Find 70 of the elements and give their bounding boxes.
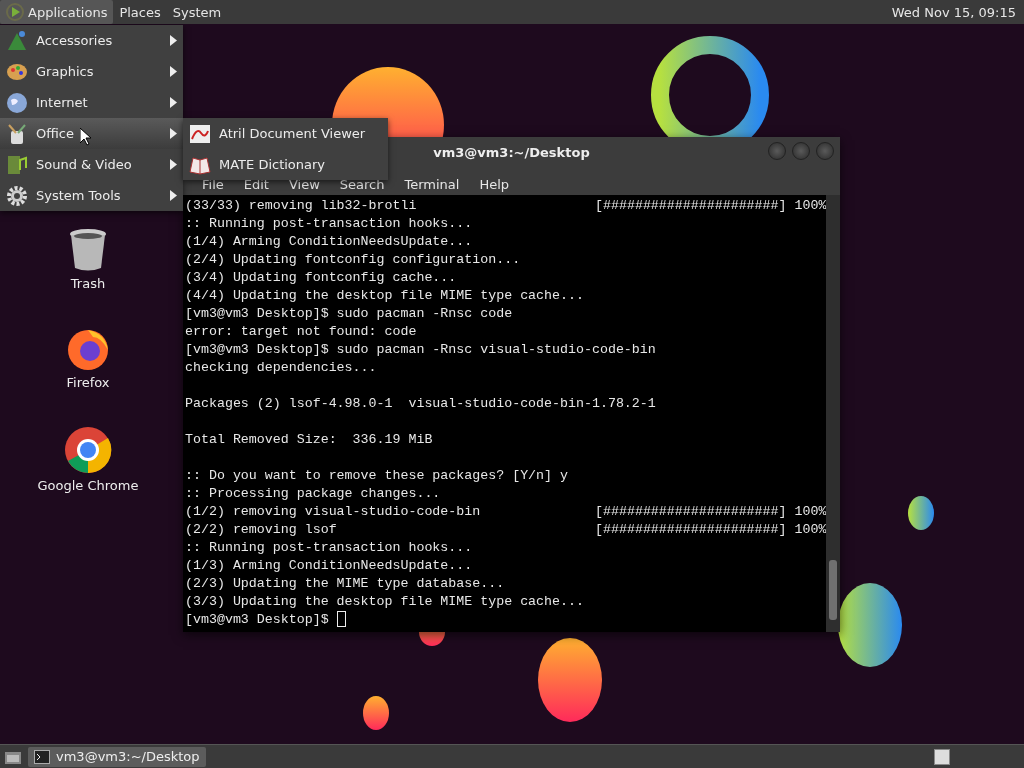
trash-icon	[68, 228, 108, 272]
menu-item[interactable]: Edit	[233, 177, 279, 192]
progress-text: [######################] 100%	[595, 521, 827, 539]
menu-item[interactable]: File	[192, 177, 234, 192]
menu-item[interactable]: MATE Dictionary	[183, 149, 388, 180]
menu-item[interactable]: Office	[0, 118, 183, 149]
taskbar-button[interactable]: vm3@vm3:~/Desktop	[28, 746, 206, 767]
terminal-line: (2/2) removing lsof	[185, 521, 337, 539]
desktop-icon-label[interactable]: Firefox	[66, 375, 110, 390]
menu-item[interactable]: Accessories	[0, 25, 183, 56]
menu-item[interactable]: View	[278, 177, 330, 192]
terminal-line: (3/3) Updating the desktop file MIME type cache...	[185, 593, 584, 611]
terminal-line: checking dependencies...	[185, 359, 377, 377]
gear-icon	[6, 184, 28, 207]
menu-item[interactable]: Help	[469, 177, 520, 192]
film-icon	[6, 153, 28, 176]
globe-icon	[6, 91, 28, 114]
submenu-arrow-icon	[170, 128, 177, 139]
terminal-line: Packages (2) lsof-4.98.0-1 visual-studio-code-bin-1.78.2-1	[185, 395, 656, 413]
terminal-icon	[34, 749, 50, 764]
paint-bucket-icon	[6, 122, 28, 145]
logo-icon	[6, 3, 24, 21]
menu-item[interactable]: System Tools	[0, 180, 183, 211]
panel-menu[interactable]: System	[166, 0, 228, 24]
mouse-pointer-icon	[80, 128, 92, 146]
terminal-line: Total Removed Size: 336.19 MiB	[185, 431, 433, 449]
menu-item[interactable]: Sound & Video	[0, 149, 183, 180]
terminal-line: :: Running post-transaction hooks...	[185, 539, 473, 557]
browser-chrome-icon	[64, 426, 112, 474]
panel-menu[interactable]: Applications	[0, 0, 114, 24]
progress-text: [######################] 100%	[595, 503, 827, 521]
desktop-icon-label[interactable]: Google Chrome	[37, 478, 139, 493]
submenu-arrow-icon	[170, 97, 177, 108]
terminal-line: [vm3@vm3 Desktop]$ sudo pacman -Rnsc visual-studio-code-bin	[185, 341, 656, 359]
terminal-line: (2/4) Updating fontconfig configuration...	[185, 251, 521, 269]
accessories-icon	[6, 29, 28, 52]
terminal-line: (33/33) removing lib32-brotli	[185, 197, 417, 215]
terminal-line: [vm3@vm3 Desktop]$	[185, 611, 330, 629]
desktop-icon-label[interactable]: Trash	[70, 276, 106, 291]
submenu-arrow-icon	[170, 35, 177, 46]
close-button[interactable]	[816, 142, 834, 160]
terminal-line: (1/3) Arming ConditionNeedsUpdate...	[185, 557, 473, 575]
terminal-line: :: Do you want to remove these packages? [Y/n] y	[185, 467, 568, 485]
minimize-button[interactable]	[768, 142, 786, 160]
progress-text: [######################] 100%	[595, 197, 827, 215]
menu-item[interactable]: Internet	[0, 87, 183, 118]
submenu-arrow-icon	[170, 66, 177, 77]
submenu-arrow-icon	[170, 190, 177, 201]
window-title: vm3@vm3:~/Desktop	[433, 145, 590, 160]
terminal-line: (1/4) Arming ConditionNeedsUpdate...	[185, 233, 473, 251]
menu-item[interactable]: Atril Document Viewer	[183, 118, 388, 149]
panel-menu[interactable]: Places	[113, 0, 167, 24]
workspace-switcher[interactable]	[934, 748, 950, 765]
terminal-line: :: Processing package changes...	[185, 485, 441, 503]
terminal-line: [vm3@vm3 Desktop]$ sudo pacman -Rnsc code	[185, 305, 513, 323]
scrollbar-thumb[interactable]	[829, 560, 837, 620]
terminal-line: (1/2) removing visual-studio-code-bin	[185, 503, 481, 521]
terminal-line: error: target not found: code	[185, 323, 417, 341]
menu-item[interactable]: Search	[329, 177, 395, 192]
clock[interactable]: Wed Nov 15, 09:15	[891, 4, 1024, 20]
terminal-line: (2/3) Updating the MIME type database...	[185, 575, 505, 593]
terminal-line: (4/4) Updating the desktop file MIME type cache...	[185, 287, 584, 305]
document-viewer-icon	[189, 122, 211, 145]
maximize-button[interactable]	[792, 142, 810, 160]
menu-item[interactable]: Graphics	[0, 56, 183, 87]
terminal-line: (3/4) Updating fontconfig cache...	[185, 269, 457, 287]
menu-item[interactable]: Terminal	[394, 177, 470, 192]
submenu-arrow-icon	[170, 159, 177, 170]
scrollbar[interactable]	[826, 195, 840, 632]
terminal-line: :: Running post-transaction hooks...	[185, 215, 473, 233]
